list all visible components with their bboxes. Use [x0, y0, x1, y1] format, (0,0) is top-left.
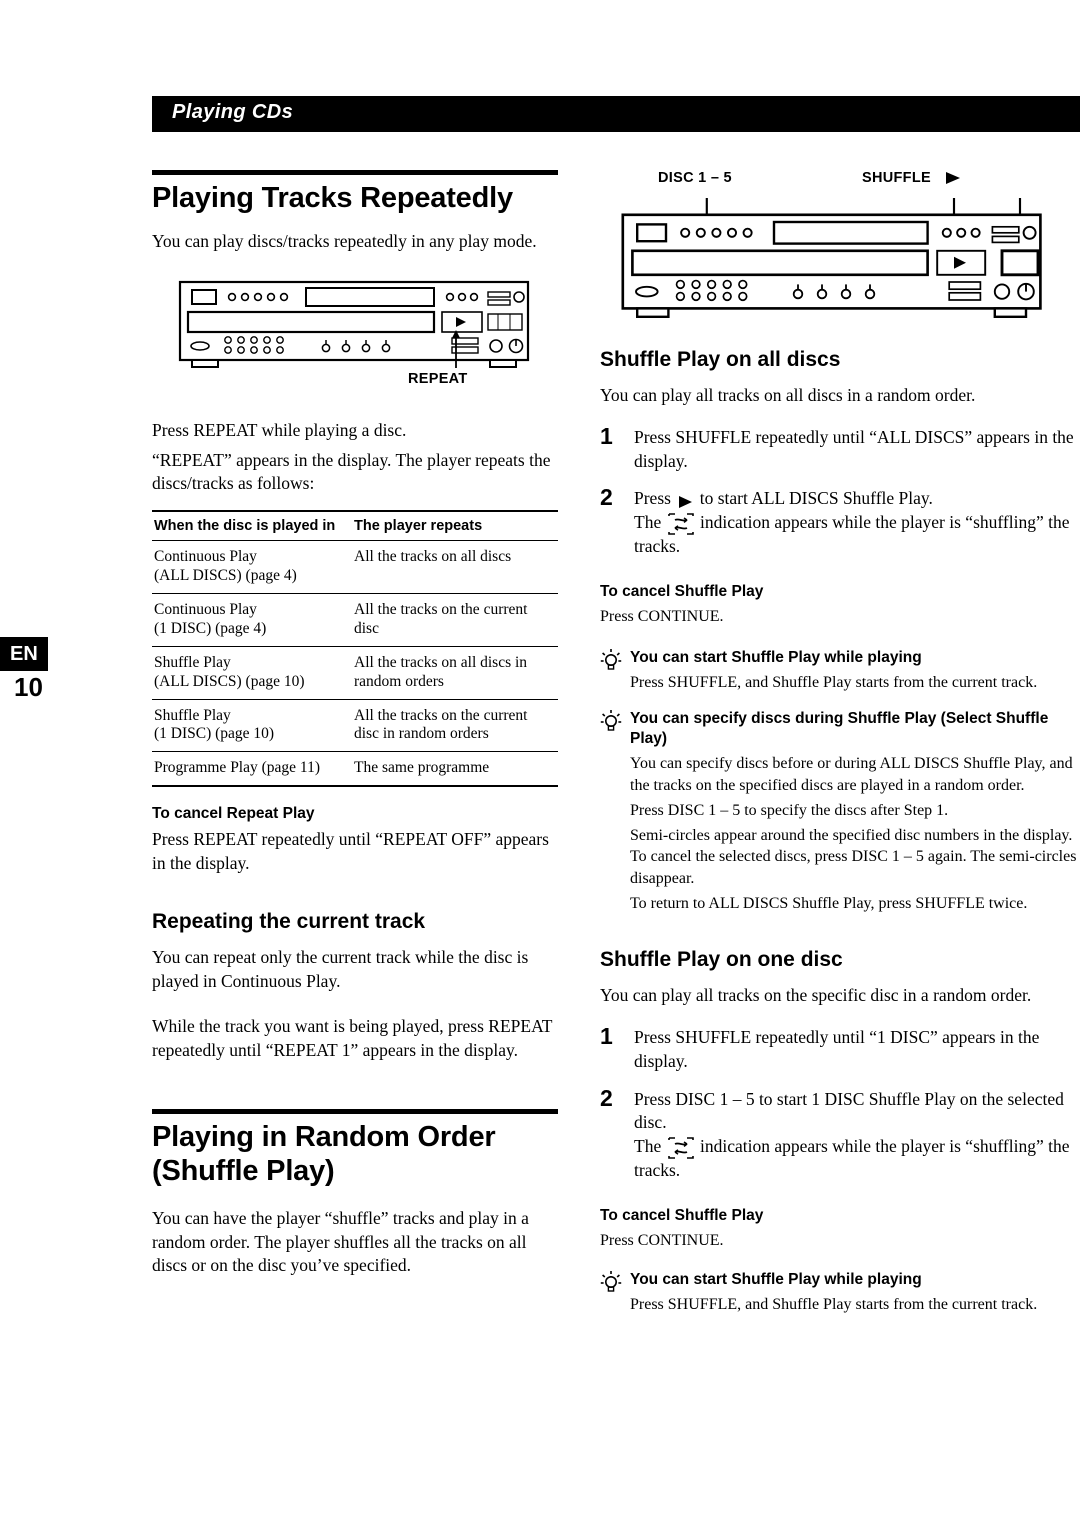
tip-heading: You can start Shuffle Play while playing [630, 648, 922, 666]
repeat-current-track-body-1: You can repeat only the current track wh… [152, 946, 529, 991]
step-text-main: Press DISC 1 – 5 to start 1 DISC Shuffle… [634, 1088, 1064, 1133]
shuffle-all-discs-heading: Shuffle Play on all discs [600, 348, 841, 371]
tip-body: Press SHUFFLE, and Shuffle Play starts f… [630, 673, 1038, 691]
table-col-header-0: When the disc is played in [154, 518, 336, 535]
tip-body-3: Semi-circles appear around the specified… [630, 827, 1077, 887]
language-tab-label: EN [10, 643, 38, 665]
step-number: 1 [600, 1023, 613, 1050]
table-row: Continuous Play (1 DISC) (page 4) All th… [152, 593, 558, 647]
repeat-current-track-heading: Repeating the current track [152, 909, 426, 933]
table-cell-mode: Continuous Play (1 DISC) (page 4) [154, 600, 267, 637]
step-item: 1 Press SHUFFLE repeatedly until “ALL DI… [600, 422, 1080, 474]
shuffle-intro: You can have the player “shuffle” tracks… [152, 1207, 529, 1276]
section-title-shuffle: Playing in Random Order (Shuffle Play) [152, 1121, 558, 1189]
table-cell-result: All the tracks on the current disc [354, 600, 528, 637]
step-text: Press DISC 1 – 5 to start 1 DISC Shuffle… [634, 1088, 1080, 1183]
table-cell-result: All the tracks on all discs [354, 548, 512, 566]
table-row: Continuous Play (ALL DISCS) (page 4) All… [152, 541, 558, 594]
tip-body-1: You can specify discs before or during A… [630, 755, 1073, 794]
step-text-after: to start ALL DISCS Shuffle Play. [699, 488, 933, 509]
shuffle-indicator-icon [667, 513, 694, 535]
shuffle-callout-label: SHUFFLE [862, 170, 931, 186]
shuffle-indicator-icon [667, 1137, 694, 1160]
tip-start-shuffle-while-playing-2: You can start Shuffle Play while playing… [600, 1270, 1080, 1315]
step-line2-before: The [634, 512, 662, 533]
step-number: 1 [600, 422, 613, 449]
step-number: 2 [600, 484, 613, 511]
tip-body: Press SHUFFLE, and Shuffle Play starts f… [630, 1295, 1038, 1313]
table-cell-result: All the tracks on all discs in random or… [354, 653, 528, 690]
tip-body-2: Press DISC 1 – 5 to specify the discs af… [630, 801, 949, 819]
right-column: DISC 1 – 5 SHUFFLE Shuffle Play on all d… [600, 170, 1080, 1327]
tip-heading: You can specify discs during Shuffle Pla… [630, 710, 1049, 748]
shuffle-one-disc-heading: Shuffle Play on one disc [600, 948, 843, 972]
repeat-callout-label: REPEAT [408, 370, 468, 387]
manual-page: Playing CDs EN 10 Playing Tracks Repeate… [0, 0, 1080, 1528]
step-text: Press to start ALL DISCS Shuffle Play. T… [634, 487, 1080, 559]
table-cell-result: All the tracks on the current disc in ra… [354, 706, 528, 743]
table-cell-result: The same programme [354, 759, 490, 777]
section-rule-2 [152, 1109, 558, 1115]
tip-select-shuffle-play: You can specify discs during Shuffle Pla… [600, 709, 1080, 914]
cd-player-front-diagram [178, 280, 530, 368]
play-arrow-icon [679, 496, 693, 509]
cancel-shuffle-heading-1: To cancel Shuffle Play [600, 582, 764, 600]
cancel-repeat-body: Press REPEAT repeatedly until “REPEAT OF… [152, 829, 549, 874]
table-cell-mode: Shuffle Play (1 DISC) (page 10) [154, 706, 275, 743]
table-header-row: When the disc is played in The player re… [152, 511, 558, 541]
shuffle-all-discs-body: You can play all tracks on all discs in … [600, 385, 976, 405]
step-line2-after: indication appears while the player is “… [634, 512, 1070, 557]
step-text: Press SHUFFLE repeatedly until “ALL DISC… [634, 426, 1074, 471]
table-cell-mode: Programme Play (page 11) [154, 759, 321, 777]
left-column: Playing Tracks Repeatedly You can play d… [152, 170, 558, 1292]
repeat-current-track-body-2: While the track you want is being played… [152, 1016, 553, 1061]
step-line2-after: indication appears while the player is “… [634, 1136, 1070, 1181]
table-cell-mode: Shuffle Play (ALL DISCS) (page 10) [154, 653, 305, 690]
shuffle-one-disc-body: You can play all tracks on the specific … [600, 985, 1032, 1006]
page-header-title: Playing CDs [172, 101, 294, 123]
disc-1-5-callout-label: DISC 1 – 5 [658, 170, 732, 186]
play-arrow-icon [946, 172, 960, 184]
section-title-shuffle-line2: (Shuffle Play) [152, 1154, 335, 1187]
repeat-intro: You can play discs/tracks repeatedly in … [152, 230, 537, 251]
repeat-modes-table: When the disc is played in The player re… [152, 510, 558, 787]
tip-bulb-icon [600, 648, 622, 670]
cancel-shuffle-body-1: Press CONTINUE. [600, 607, 724, 625]
table-row: Shuffle Play (1 DISC) (page 10) All the … [152, 699, 558, 752]
language-tab: EN [0, 637, 48, 671]
repeat-body-1: Press REPEAT while playing a disc. [152, 419, 407, 440]
tip-heading: You can start Shuffle Play while playing [630, 1270, 922, 1288]
step-item: 2 Press DISC 1 – 5 to start 1 DISC Shuff… [600, 1084, 1080, 1183]
table-col-header-1: The player repeats [354, 518, 483, 535]
tip-bulb-icon [600, 710, 622, 731]
cd-player-front-diagram-2 [621, 198, 1042, 318]
tip-bulb-icon [600, 1270, 622, 1292]
cancel-shuffle-heading-2: To cancel Shuffle Play [600, 1207, 764, 1225]
page-number: 10 [14, 672, 43, 702]
step-text-before: Press [634, 488, 671, 509]
tip-start-shuffle-while-playing: You can start Shuffle Play while playing… [600, 648, 1080, 693]
section-title-shuffle-line1: Playing in Random Order [152, 1121, 496, 1154]
step-text: Press SHUFFLE repeatedly until “1 DISC” … [634, 1027, 1040, 1071]
table-row: Programme Play (page 11) The same progra… [152, 752, 558, 787]
step-line2-before: The [634, 1136, 662, 1157]
repeat-body-2: “REPEAT” appears in the display. The pla… [152, 449, 551, 494]
section-title-repeat: Playing Tracks Repeatedly [152, 182, 513, 214]
section-rule [152, 170, 558, 175]
player-illustration-shuffle [600, 198, 1080, 324]
cancel-shuffle-body-2: Press CONTINUE. [600, 1232, 724, 1250]
tip-body-4: To return to ALL DISCS Shuffle Play, pre… [630, 895, 1028, 913]
step-item: 2 Press to start ALL DISCS Shuffle Play.… [600, 484, 1080, 559]
page-header-bar: Playing CDs [152, 96, 1080, 132]
step-number: 2 [600, 1084, 613, 1111]
cancel-repeat-heading: To cancel Repeat Play [152, 805, 315, 823]
table-row: Shuffle Play (ALL DISCS) (page 10) All t… [152, 646, 558, 700]
step-item: 1 Press SHUFFLE repeatedly until “1 DISC… [600, 1023, 1080, 1074]
table-cell-mode: Continuous Play (ALL DISCS) (page 4) [154, 548, 297, 585]
player-illustration-repeat: REPEAT [166, 268, 558, 387]
